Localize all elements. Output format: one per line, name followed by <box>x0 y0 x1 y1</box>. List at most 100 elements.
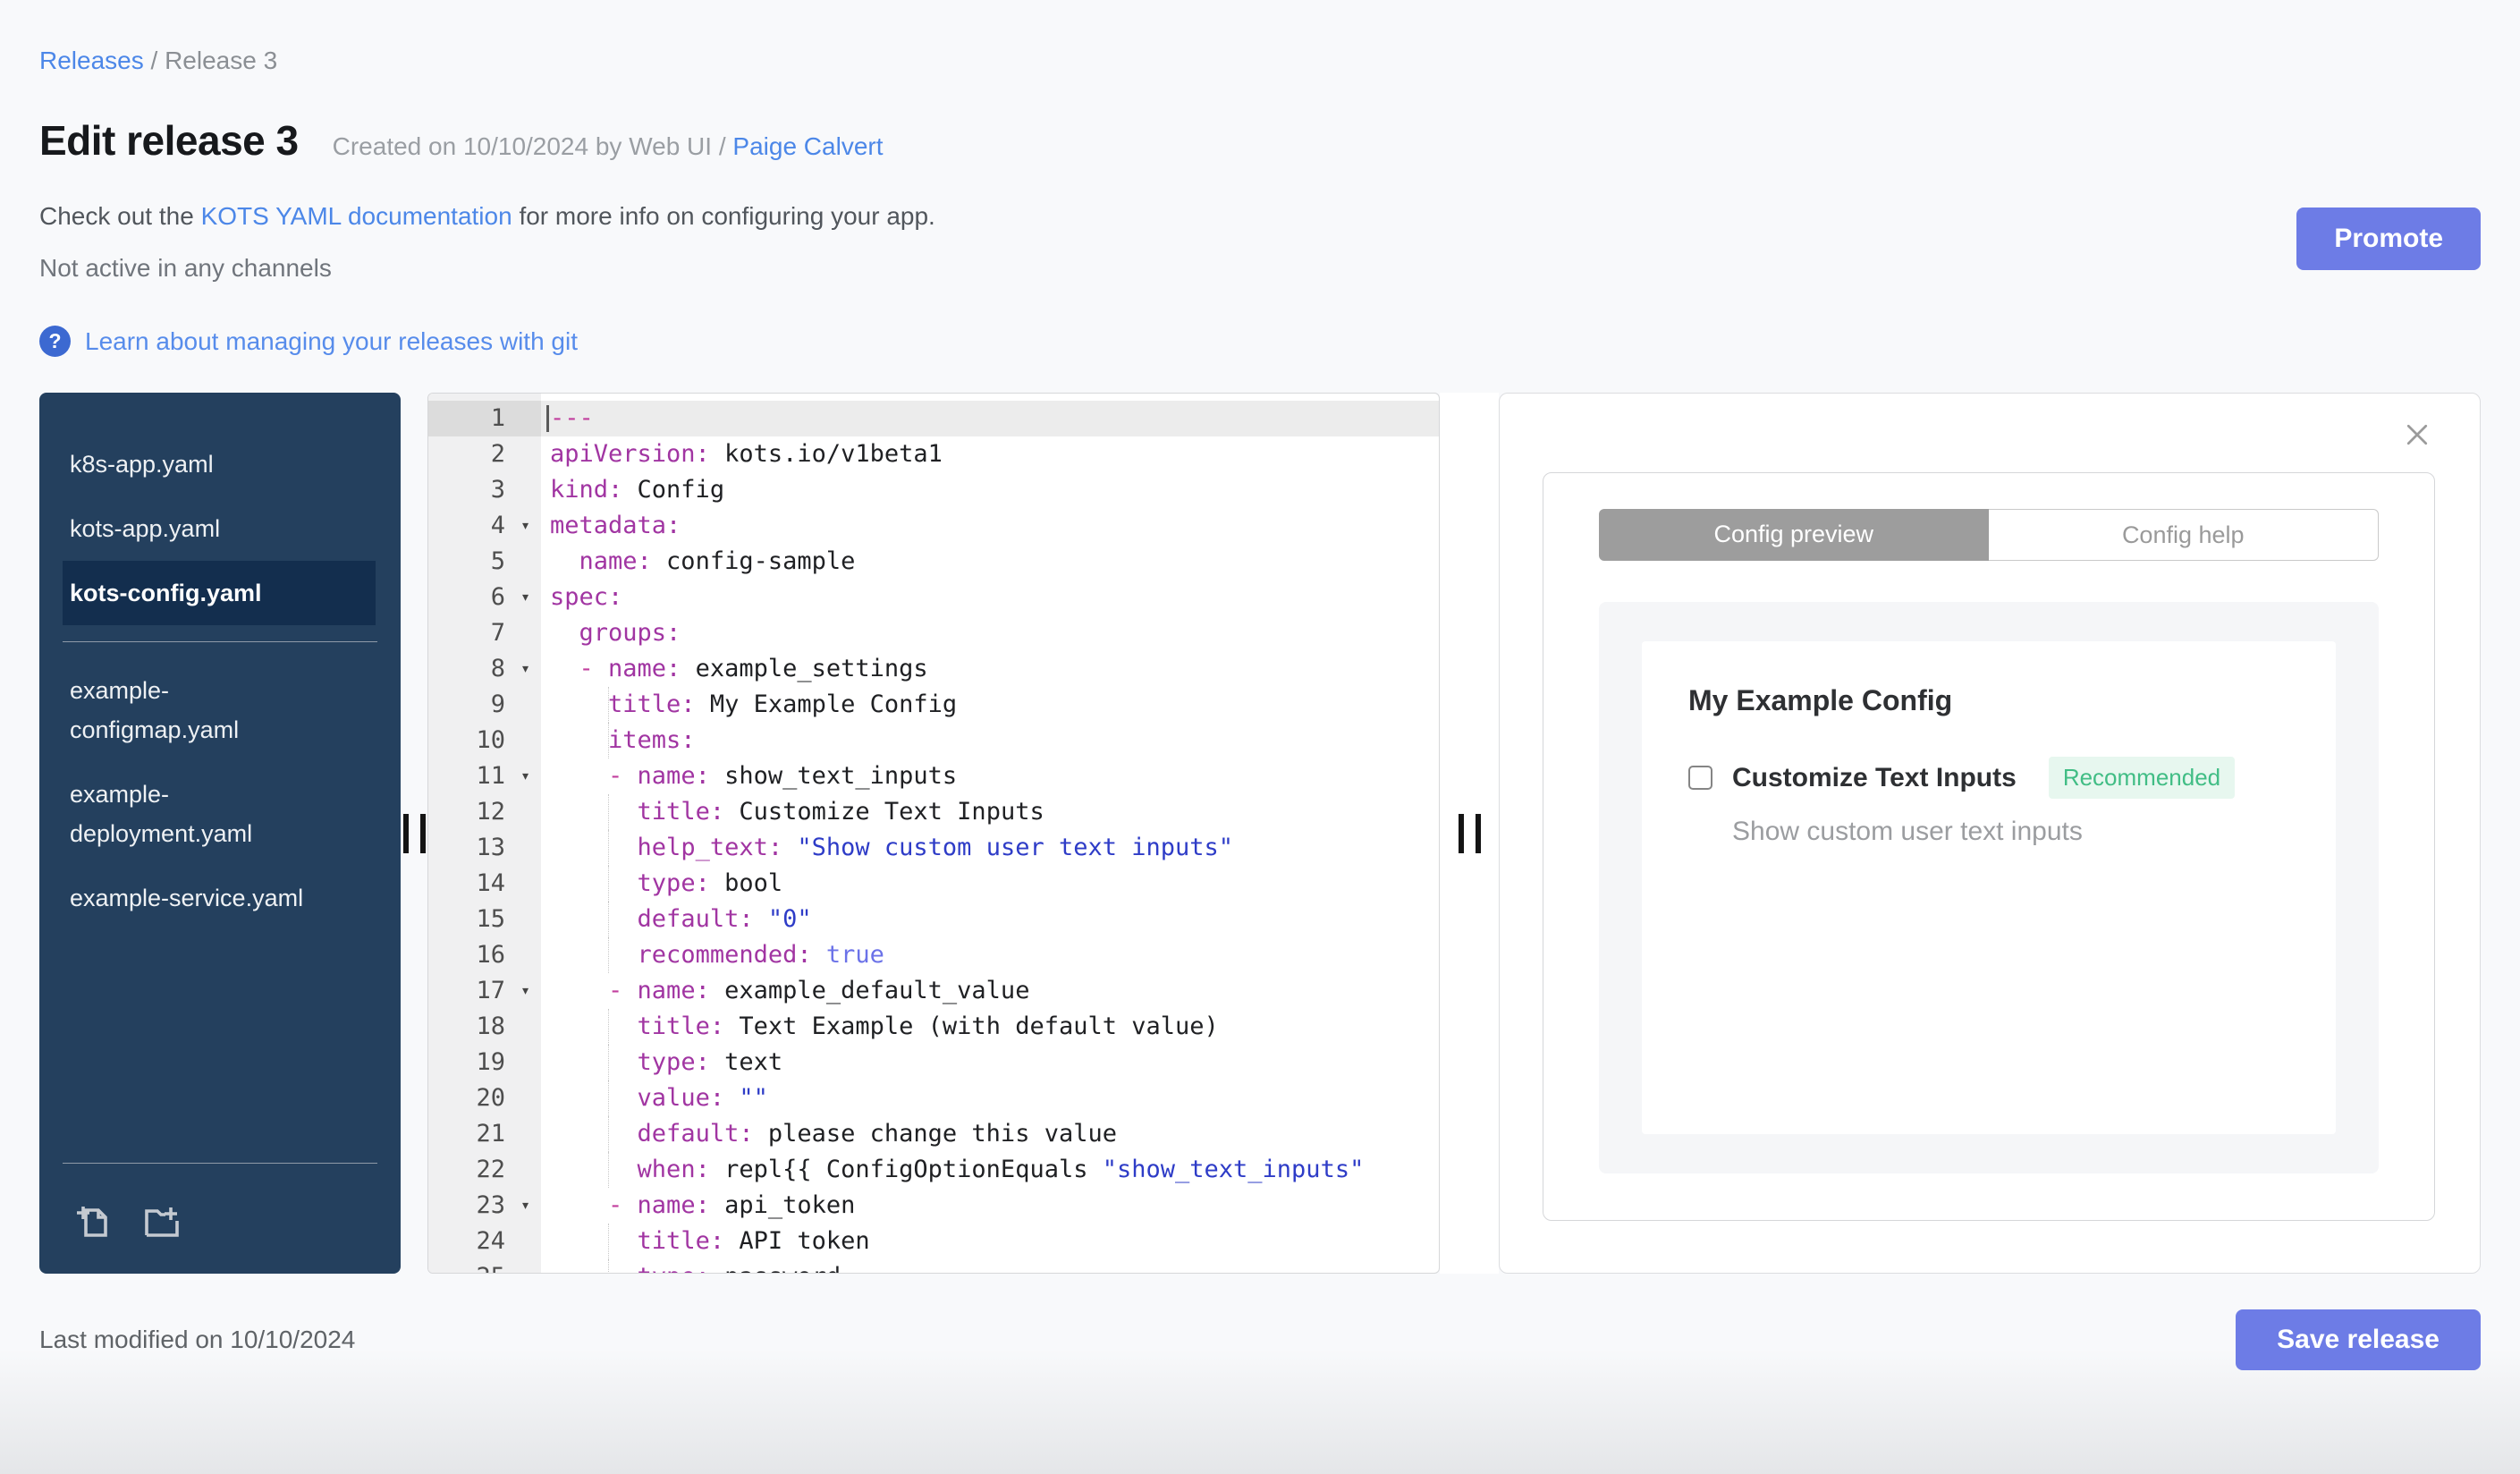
last-modified-text: Last modified on 10/10/2024 <box>39 1326 356 1353</box>
breadcrumb: Releases / Release 3 <box>39 47 2481 75</box>
editor-resize-handle[interactable] <box>1440 393 1499 1274</box>
sidebar-divider <box>63 641 377 642</box>
sidebar-file-item[interactable]: example-service.yaml <box>39 866 401 930</box>
code-line: name: config-sample <box>579 547 856 575</box>
gutter-line-number: 24 <box>476 1227 505 1255</box>
code-line: - name: show_text_inputs <box>608 762 958 790</box>
code-line: recommended: true <box>541 937 1439 973</box>
code-line: - name: example_default_value <box>608 977 1030 1004</box>
gutter-line-number: 5 <box>490 547 505 575</box>
fold-arrow-icon[interactable]: ▾ <box>520 973 530 1009</box>
code-line: --- <box>541 401 1439 436</box>
config-item-help-text: Show custom user text inputs <box>1732 817 2083 846</box>
recommended-badge: Recommended <box>2048 757 2236 799</box>
title-row: Edit release 3 Created on 10/10/2024 by … <box>39 116 2481 165</box>
code-line: type: text <box>541 1045 1439 1080</box>
code-line: title: Customize Text Inputs <box>541 794 1439 830</box>
sidebar-file-item[interactable]: example-deployment.yaml <box>39 762 401 866</box>
code-line: title: API token <box>541 1224 1439 1259</box>
resize-bar <box>402 813 409 853</box>
footer: Last modified on 10/10/2024 Save release <box>39 1309 2481 1370</box>
code-line: type: password <box>541 1259 1439 1273</box>
fold-arrow-icon[interactable]: ▾ <box>520 1188 530 1224</box>
code-line: title: Text Example (with default value) <box>541 1009 1439 1045</box>
code-line: metadata: <box>550 512 681 539</box>
gutter-line-number: 25 <box>428 1259 541 1273</box>
sidebar-resize-handle[interactable] <box>401 393 427 1274</box>
created-text: Created on 10/10/2024 by Web UI / <box>332 132 733 160</box>
code-line: help_text: "Show custom user text inputs… <box>541 830 1439 866</box>
gutter-line-number: 19 <box>476 1048 505 1076</box>
breadcrumb-current: / Release 3 <box>143 47 278 74</box>
code-line: value: "" <box>541 1080 1439 1116</box>
tab-config-preview[interactable]: Config preview <box>1599 509 1989 561</box>
gutter-line-number: 22 <box>476 1156 505 1183</box>
gutter-line-number: 3 <box>490 476 505 504</box>
fold-arrow-icon[interactable]: ▾ <box>520 508 530 544</box>
sidebar-file-item[interactable]: k8s-app.yaml <box>39 432 401 496</box>
resize-bar <box>419 813 426 853</box>
file-sidebar: k8s-app.yaml kots-app.yaml kots-config.yam… <box>39 393 401 1274</box>
fold-arrow-icon[interactable]: ▾ <box>520 651 530 687</box>
gutter-line-number: 23 ▾ <box>428 1188 541 1224</box>
code-line: title: My Example Config <box>541 687 1439 723</box>
breadcrumb-releases-link[interactable]: Releases <box>39 47 144 74</box>
sidebar-file-item[interactable]: kots-config.yaml <box>63 561 376 625</box>
git-help-line: ? Learn about managing your releases wit… <box>39 326 2481 357</box>
code-line: groups: <box>579 619 681 647</box>
config-card: My Example Config Customize Text Inputs … <box>1642 641 2336 1134</box>
config-item-row: Customize Text Inputs Recommended <box>1688 757 2289 799</box>
code-line: apiVersion: kots.io/v1beta1 <box>550 440 943 468</box>
gutter-line-number: 4 ▾ <box>428 508 541 544</box>
tab-config-help[interactable]: Config help <box>1988 509 2379 561</box>
gutter-line-number: 1 <box>428 401 541 436</box>
docs-suffix: for more info on configuring your app. <box>512 202 935 230</box>
git-releases-link[interactable]: Learn about managing your releases with … <box>85 327 578 356</box>
kots-yaml-docs-link[interactable]: KOTS YAML documentation <box>201 202 512 230</box>
code-line: default: "0" <box>541 902 1439 937</box>
close-icon[interactable] <box>2401 419 2433 451</box>
gutter-line-number: 15 <box>476 905 505 933</box>
sidebar-file-item[interactable]: example-configmap.yaml <box>39 658 401 762</box>
docs-line: Check out the KOTS YAML documentation fo… <box>39 202 2481 231</box>
add-folder-icon[interactable] <box>141 1199 184 1247</box>
sidebar-actions <box>39 1180 401 1274</box>
gutter-line-number: 12 <box>476 798 505 826</box>
add-file-icon[interactable] <box>72 1199 114 1247</box>
editor-gutter: 1 2 3 4 ▾ 5 6 ▾ 7 8 ▾ 9 10 11 ▾ 12 13 14 15 16 17 ▾ 18 19 20 21 22… <box>428 394 541 1273</box>
channel-status: Not active in any channels <box>39 254 332 282</box>
fold-arrow-icon[interactable]: ▾ <box>520 758 530 794</box>
fold-arrow-icon[interactable]: ▾ <box>520 580 530 615</box>
code-line: spec: <box>550 583 623 611</box>
gutter-line-number: 16 <box>476 941 505 969</box>
gutter-line-number: 7 <box>490 619 505 647</box>
code-line: default: please change this value <box>541 1116 1439 1152</box>
page-title: Edit release 3 <box>39 117 299 164</box>
code-line: items: <box>541 723 1439 758</box>
gutter-line-number: 6 ▾ <box>428 580 541 615</box>
gutter-line-number: 11 ▾ <box>428 758 541 794</box>
gutter-line-number: 8 ▾ <box>428 651 541 687</box>
preview-tabs: Config preview Config help <box>1599 509 2379 561</box>
sidebar-bottom-divider <box>63 1163 377 1164</box>
gutter-line-number: 13 <box>476 834 505 861</box>
resize-bar <box>1475 813 1481 853</box>
file-list: k8s-app.yaml kots-app.yaml kots-config.yam… <box>39 432 401 930</box>
code-line: kind: Config <box>550 476 725 504</box>
created-author-link[interactable]: Paige Calvert <box>732 132 883 160</box>
code-line: when: repl{{ ConfigOptionEquals "show_te… <box>541 1152 1439 1188</box>
customize-text-inputs-checkbox[interactable] <box>1688 766 1712 790</box>
docs-prefix: Check out the <box>39 202 201 230</box>
gutter-line-number: 14 <box>476 869 505 897</box>
gutter-line-number: 10 <box>476 726 505 754</box>
question-mark-icon: ? <box>39 326 71 357</box>
sidebar-file-item[interactable]: kots-app.yaml <box>39 496 401 561</box>
code-editor[interactable]: --- apiVersion: kots.io/v1beta1 kind: Conf… <box>541 394 1439 1273</box>
code-line: type: bool <box>541 866 1439 902</box>
code-line: - name: example_settings <box>579 655 928 682</box>
promote-button[interactable]: Promote <box>2296 208 2481 270</box>
config-item-label: Customize Text Inputs <box>1732 762 2017 792</box>
text-cursor <box>546 405 549 432</box>
save-release-button[interactable]: Save release <box>2236 1309 2481 1370</box>
